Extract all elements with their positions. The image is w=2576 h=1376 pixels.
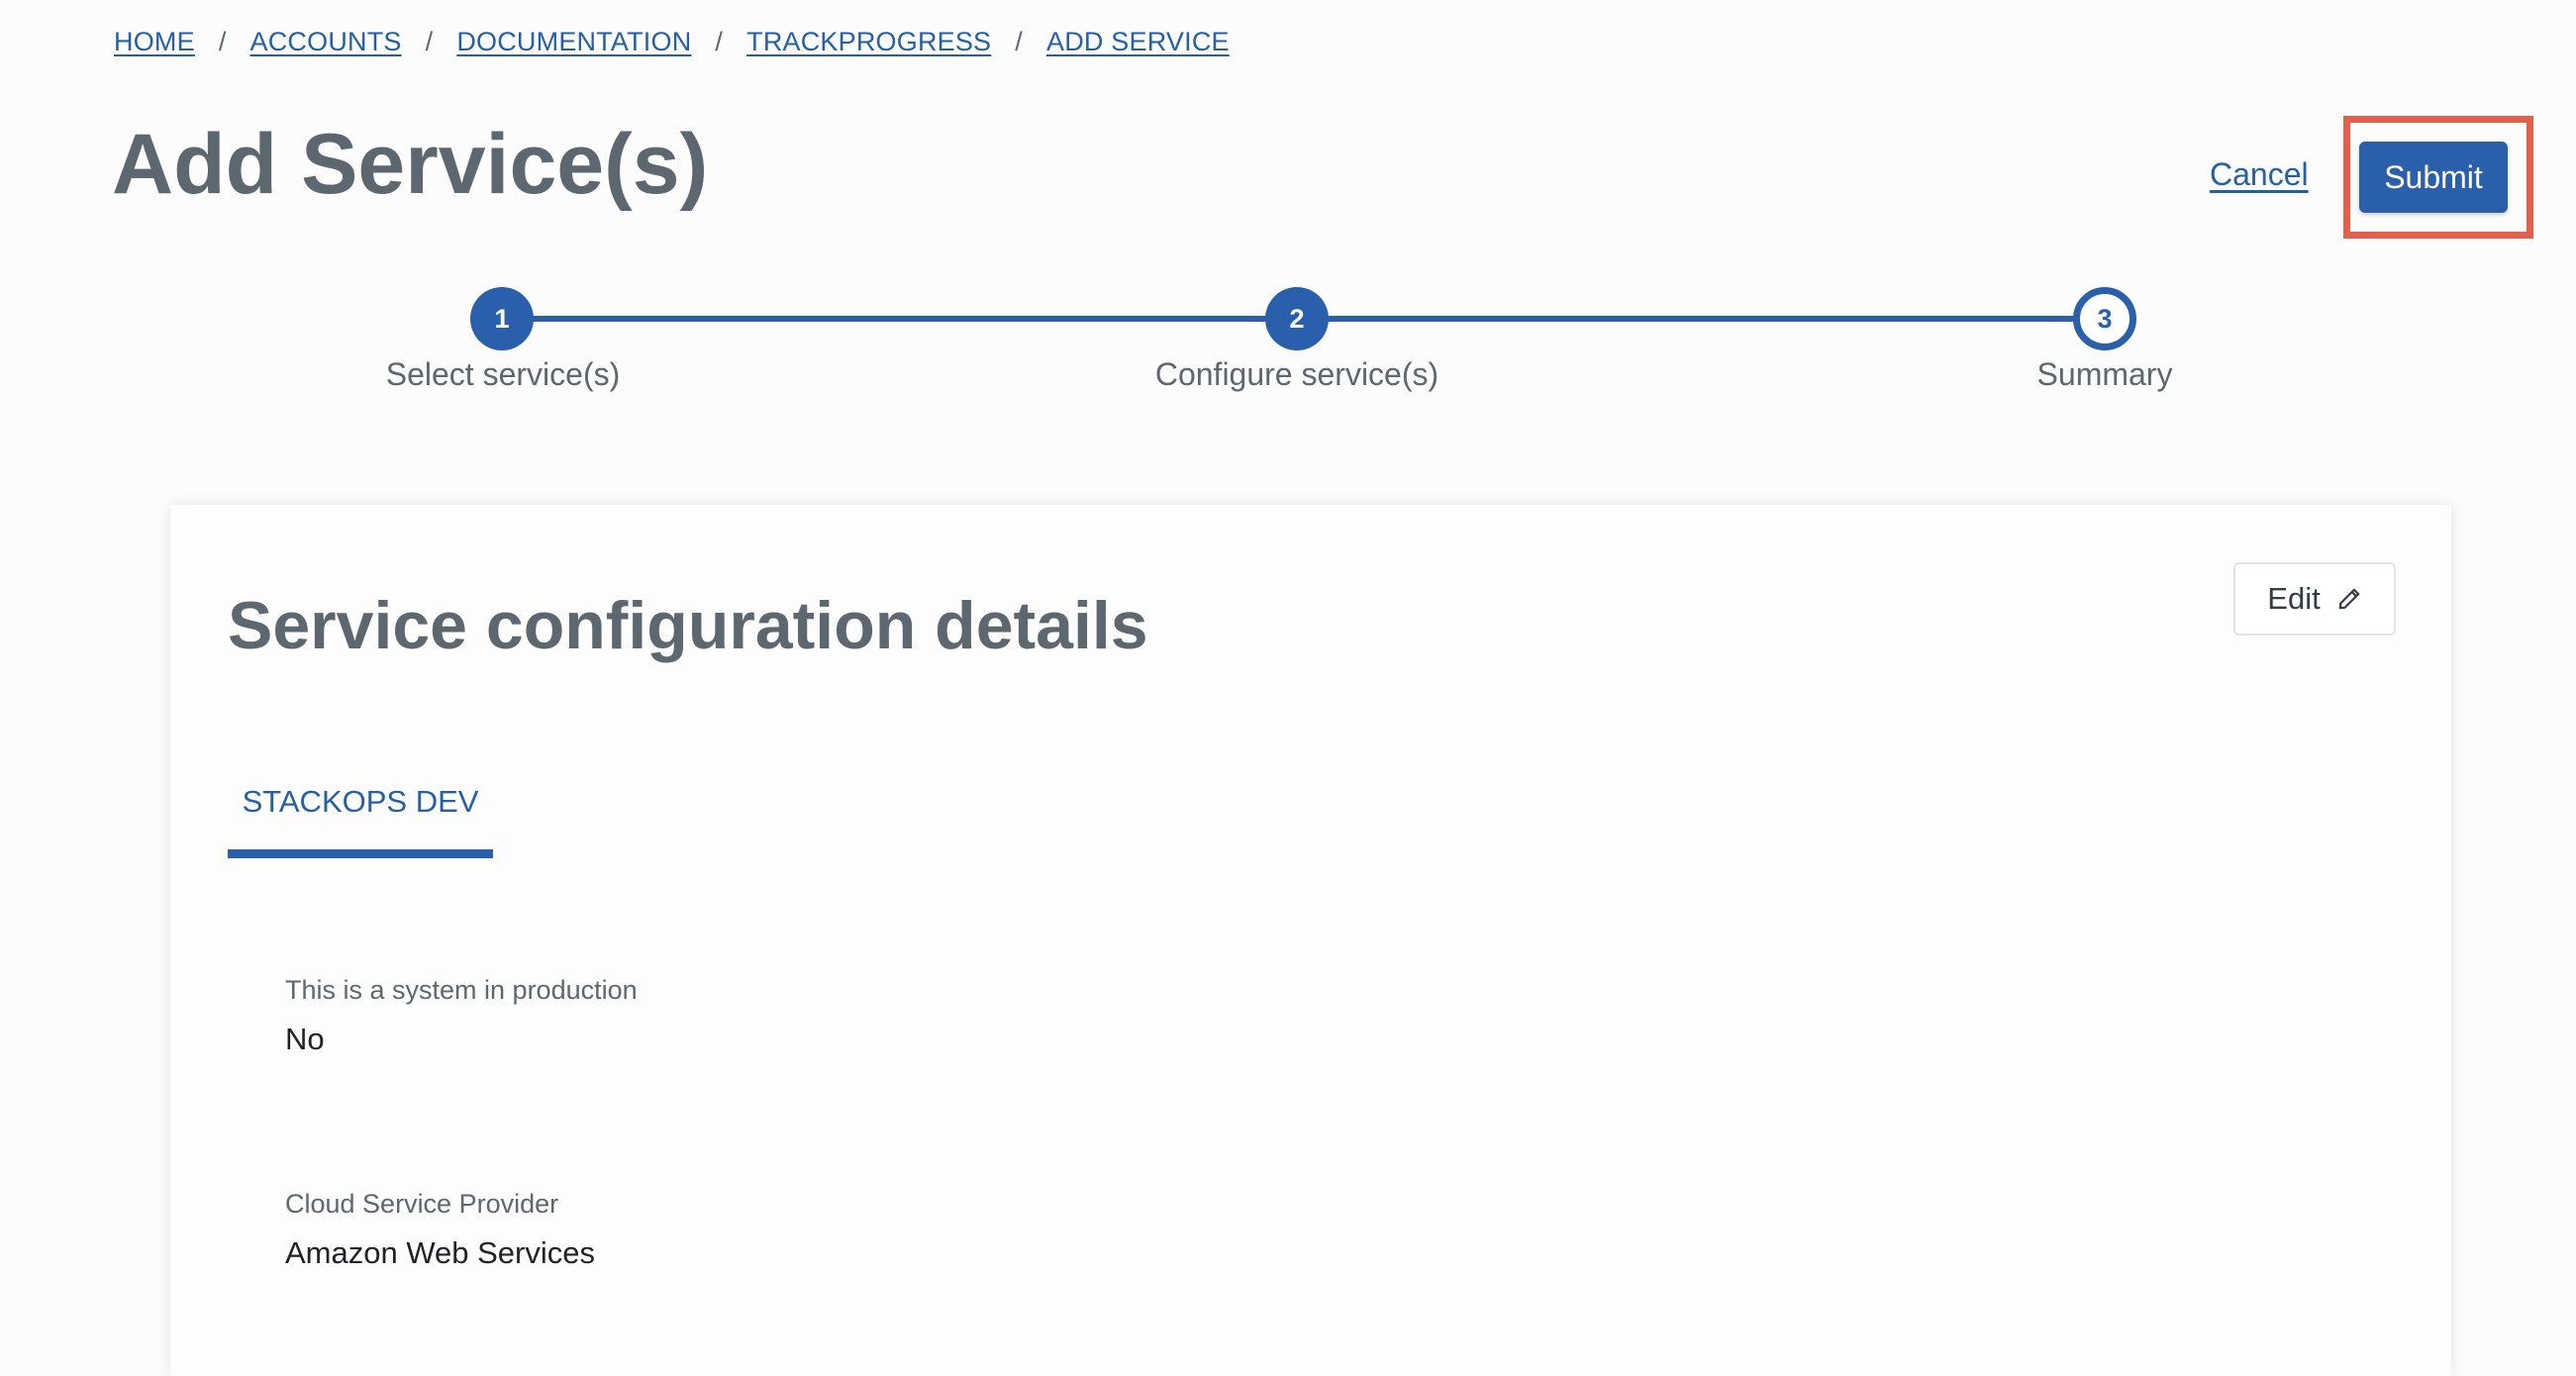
step-2-label: Configure service(s): [1154, 356, 1439, 392]
field-value: No: [285, 1022, 325, 1056]
step-2-circle: 2: [1265, 287, 1329, 350]
edit-button[interactable]: Edit: [2233, 562, 2396, 636]
tab-stackops-dev[interactable]: STACKOPS DEV: [228, 764, 493, 867]
field-label: This is a system in production: [285, 975, 638, 1005]
tab-active-indicator: [228, 849, 493, 858]
step-3-circle: 3: [2073, 287, 2136, 350]
pencil-icon: [2336, 586, 2362, 612]
service-configuration-card: Service configuration details Edit STACK…: [170, 505, 2451, 1376]
tab-label: STACKOPS DEV: [242, 784, 479, 819]
breadcrumb-documentation[interactable]: DOCUMENTATION: [456, 27, 691, 57]
field-label: Cloud Service Provider: [285, 1189, 559, 1219]
field-production-system: This is a system in production No: [285, 972, 638, 1059]
breadcrumb-separator: /: [1015, 26, 1023, 56]
field-cloud-provider: Cloud Service Provider Amazon Web Servic…: [285, 1186, 595, 1273]
submit-button[interactable]: Submit: [2359, 142, 2508, 213]
step-1-circle: 1: [470, 287, 534, 350]
breadcrumb-trackprogress[interactable]: TRACKPROGRESS: [746, 27, 991, 57]
breadcrumb-add-service[interactable]: ADD SERVICE: [1046, 27, 1230, 57]
breadcrumb-accounts[interactable]: ACCOUNTS: [250, 27, 402, 57]
step-1-label: Select service(s): [385, 356, 621, 392]
breadcrumb-home[interactable]: HOME: [114, 27, 195, 57]
step-3-label: Summary: [2036, 356, 2173, 392]
breadcrumb: HOME / ACCOUNTS / DOCUMENTATION / TRACKP…: [114, 22, 1230, 61]
page-title: Add Service(s): [112, 117, 709, 212]
cancel-link[interactable]: Cancel: [2210, 156, 2309, 193]
breadcrumb-separator: /: [715, 26, 724, 56]
card-title: Service configuration details: [228, 588, 1148, 663]
field-value: Amazon Web Services: [285, 1235, 595, 1270]
breadcrumb-separator: /: [218, 26, 227, 56]
breadcrumb-separator: /: [425, 26, 434, 56]
edit-label: Edit: [2267, 581, 2321, 616]
